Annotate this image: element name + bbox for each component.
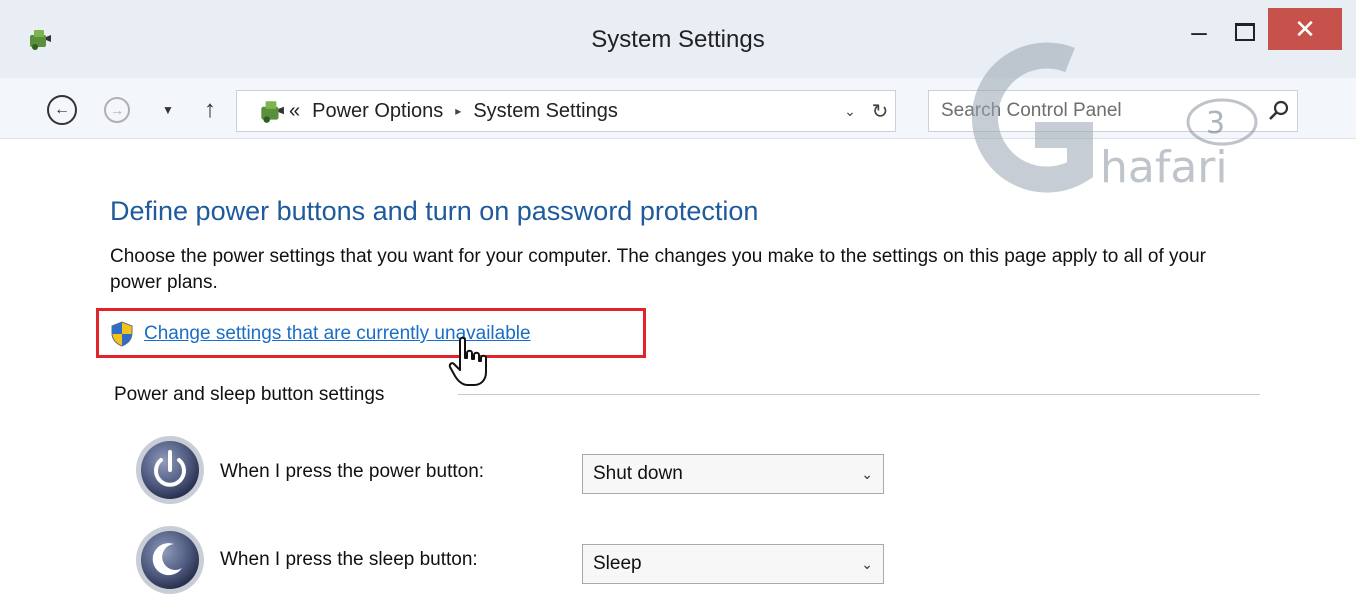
sleep-button-action-select[interactable]: Sleep ⌄: [582, 544, 884, 584]
page-description: Choose the power settings that you want …: [110, 246, 1206, 293]
forward-arrow-icon: →: [104, 97, 130, 123]
power-button-icon: [136, 436, 204, 504]
group-divider: [458, 394, 1260, 395]
back-button[interactable]: ←: [44, 92, 80, 128]
address-dropdown-button[interactable]: ⌄: [837, 91, 863, 131]
page-title: Define power buttons and turn on passwor…: [110, 196, 759, 226]
power-sleep-group-label: Power and sleep button settings: [114, 384, 385, 405]
system-settings-window: System Settings – ✕ ← → ▼ ↑ « Power Opti…: [0, 0, 1356, 595]
highlight-box: [96, 308, 646, 358]
refresh-button[interactable]: ↻: [865, 91, 895, 131]
up-button[interactable]: ↑: [196, 92, 224, 128]
breadcrumb-power-options[interactable]: Power Options: [312, 100, 443, 123]
main-content: Define power buttons and turn on passwor…: [0, 138, 1356, 595]
maximize-icon: [1235, 23, 1255, 41]
power-button-action-select[interactable]: Shut down ⌄: [582, 454, 884, 494]
sleep-button-label: When I press the sleep button:: [220, 549, 478, 570]
sleep-button-icon: [136, 526, 204, 594]
breadcrumb-overflow[interactable]: «: [289, 100, 300, 123]
hand-pointer-icon: [448, 336, 487, 386]
address-bar[interactable]: « Power Options ▸ System Settings ⌄ ↻: [236, 90, 896, 132]
breadcrumb-separator-icon[interactable]: ▸: [455, 104, 461, 118]
recent-locations-button[interactable]: ▼: [154, 92, 182, 128]
sleep-button-action-value: Sleep: [593, 553, 642, 574]
breadcrumb-system-settings[interactable]: System Settings: [473, 100, 618, 123]
svg-text:3: 3: [1206, 106, 1225, 141]
search-icon[interactable]: [1267, 99, 1291, 123]
control-panel-icon: [261, 101, 284, 123]
chevron-down-icon: ⌄: [861, 465, 873, 482]
power-button-label: When I press the power button:: [220, 461, 485, 482]
back-arrow-icon: ←: [47, 95, 77, 125]
chevron-down-icon: ⌄: [861, 555, 873, 572]
breadcrumb: « Power Options ▸ System Settings: [289, 91, 618, 131]
power-button-action-value: Shut down: [593, 463, 683, 484]
forward-button[interactable]: →: [102, 92, 132, 128]
close-button[interactable]: ✕: [1268, 8, 1342, 50]
